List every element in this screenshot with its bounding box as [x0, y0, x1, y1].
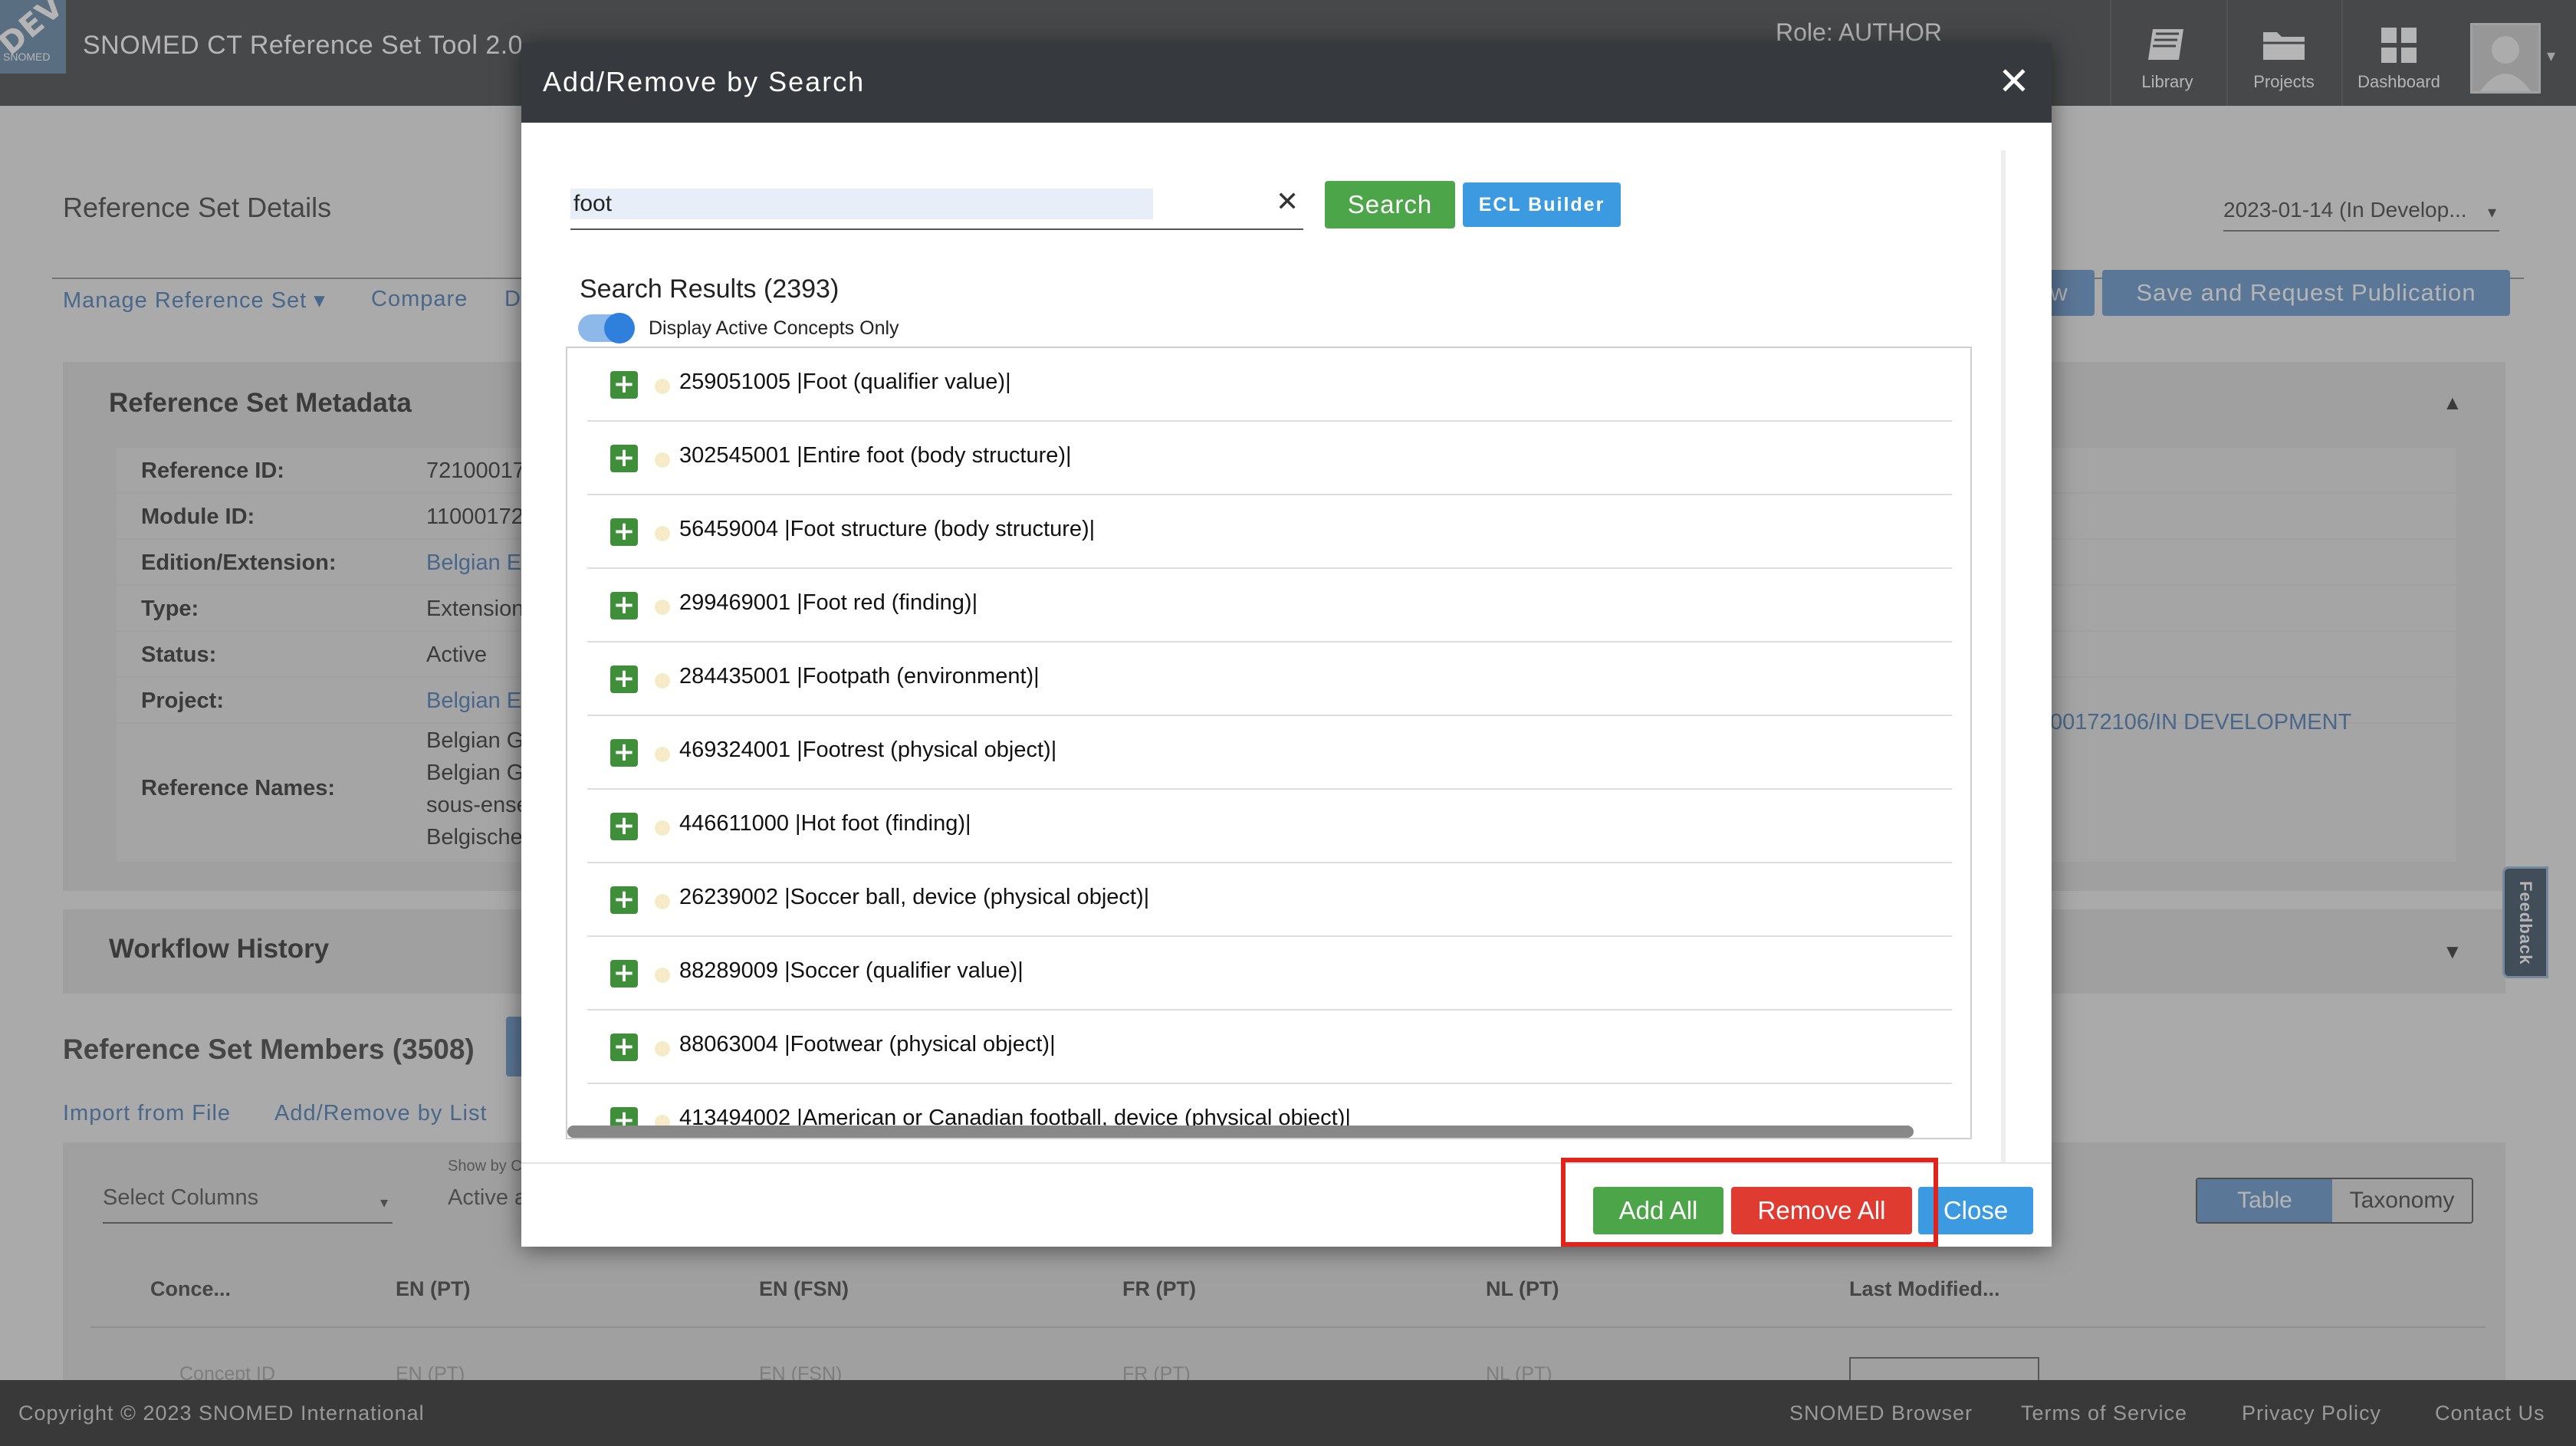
add-icon[interactable]: + — [610, 739, 638, 767]
dialog-title: Add/Remove by Search — [543, 66, 866, 97]
highlight-box — [1561, 1158, 1938, 1247]
add-icon[interactable]: + — [610, 1034, 638, 1061]
status-dot — [655, 526, 670, 541]
status-dot — [655, 968, 670, 983]
list-item: + 259051005 |Foot (qualifier value)| — [587, 348, 1952, 422]
list-item: + 284435001 |Footpath (environment)| — [587, 642, 1952, 716]
close-icon[interactable]: ✕ — [1998, 58, 2030, 104]
add-icon[interactable]: + — [610, 665, 638, 693]
concept-label: 446611000 |Hot foot (finding)| — [679, 811, 971, 836]
concept-label: 299469001 |Foot red (finding)| — [679, 590, 978, 615]
add-icon[interactable]: + — [610, 813, 638, 840]
add-icon[interactable]: + — [610, 371, 638, 399]
concept-label: 26239002 |Soccer ball, device (physical … — [679, 885, 1150, 909]
search-results-title: Search Results (2393) — [580, 274, 840, 304]
status-dot — [655, 673, 670, 688]
list-item: + 88063004 |Footwear (physical object)| — [587, 1011, 1952, 1084]
list-item: + 56459004 |Foot structure (body structu… — [587, 495, 1952, 569]
active-only-toggle[interactable] — [578, 313, 635, 343]
list-item: + 88289009 |Soccer (qualifier value)| — [587, 937, 1952, 1011]
ecl-builder-button[interactable]: ECL Builder — [1463, 182, 1621, 227]
status-dot — [655, 452, 670, 468]
toggle-knob — [604, 313, 635, 343]
clear-icon[interactable]: ✕ — [1276, 186, 1299, 218]
concept-label: 302545001 |Entire foot (body structure)| — [679, 443, 1072, 468]
status-dot — [655, 894, 670, 909]
search-input[interactable] — [570, 189, 1153, 219]
status-dot — [655, 747, 670, 762]
add-icon[interactable]: + — [610, 592, 638, 619]
status-dot — [655, 820, 670, 836]
concept-label: 88289009 |Soccer (qualifier value)| — [679, 958, 1024, 983]
concept-label: 88063004 |Footwear (physical object)| — [679, 1032, 1056, 1057]
dialog-scrollbar[interactable] — [2001, 150, 2006, 1162]
list-item: + 299469001 |Foot red (finding)| — [587, 569, 1952, 642]
add-icon[interactable]: + — [610, 960, 638, 988]
search-button[interactable]: Search — [1325, 181, 1455, 228]
active-only-label: Display Active Concepts Only — [649, 317, 899, 339]
dialog-header: Add/Remove by Search ✕ — [521, 43, 2052, 123]
status-dot — [655, 379, 670, 394]
concept-label: 259051005 |Foot (qualifier value)| — [679, 370, 1011, 394]
list-item: + 26239002 |Soccer ball, device (physica… — [587, 863, 1952, 937]
concept-label: 469324001 |Footrest (physical object)| — [679, 738, 1057, 762]
list-item: + 469324001 |Footrest (physical object)| — [587, 716, 1952, 790]
status-dot — [655, 1041, 670, 1057]
add-icon[interactable]: + — [610, 445, 638, 472]
concept-label: 284435001 |Footpath (environment)| — [679, 664, 1040, 688]
add-remove-by-search-dialog: Add/Remove by Search ✕ ✕ Search ECL Buil… — [521, 43, 2052, 1247]
add-icon[interactable]: + — [610, 518, 638, 546]
add-icon[interactable]: + — [610, 886, 638, 914]
list-item: + 302545001 |Entire foot (body structure… — [587, 422, 1952, 495]
list-item: + 446611000 |Hot foot (finding)| — [587, 790, 1952, 863]
search-field: ✕ — [570, 179, 1303, 230]
horizontal-scrollbar[interactable] — [567, 1126, 1914, 1138]
search-results-list: + 259051005 |Foot (qualifier value)| + 3… — [566, 347, 1972, 1139]
concept-label: 56459004 |Foot structure (body structure… — [679, 517, 1096, 541]
status-dot — [655, 600, 670, 615]
